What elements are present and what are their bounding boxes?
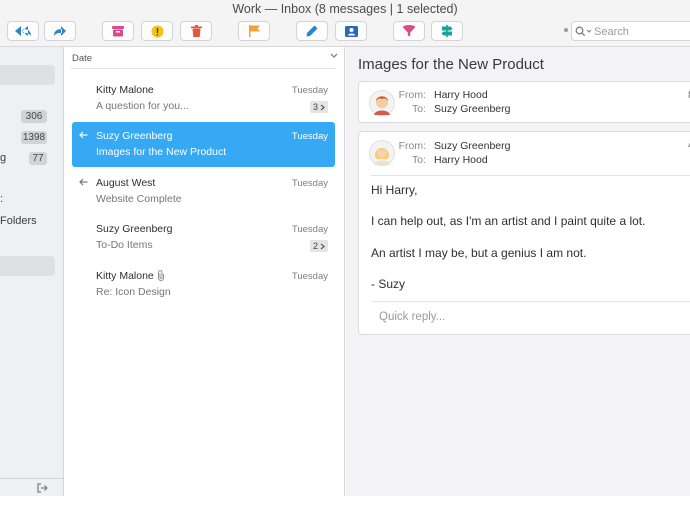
message-sender: Kitty Malone bbox=[96, 270, 154, 282]
message-subject: To-Do Items bbox=[96, 239, 153, 251]
from-label: From: bbox=[398, 140, 426, 152]
pencil-icon bbox=[306, 25, 318, 37]
sidebar-count-badge: 306 bbox=[21, 110, 47, 123]
warning-icon bbox=[151, 25, 163, 37]
message-row-selected[interactable]: Suzy Greenberg Tuesday Images for the Ne… bbox=[72, 122, 335, 167]
chevron-right-icon bbox=[320, 104, 325, 110]
message-sender: Suzy Greenberg bbox=[96, 130, 173, 142]
to-label: To: bbox=[411, 154, 426, 166]
message-subject: Re: Icon Design bbox=[96, 286, 171, 298]
avatar bbox=[369, 90, 395, 116]
conversation-subject: Images for the New Product bbox=[358, 56, 544, 73]
search-field bbox=[571, 21, 690, 41]
thread-count: 2 bbox=[312, 241, 318, 251]
flag-button[interactable] bbox=[238, 21, 270, 41]
search-box bbox=[564, 21, 690, 41]
divider bbox=[371, 175, 690, 176]
message-subject: Images for the New Product bbox=[96, 146, 227, 158]
tags-button[interactable] bbox=[431, 21, 463, 41]
message-body-line: An artist I may be, but a genius I am no… bbox=[371, 246, 587, 260]
reading-pane: Images for the New Product From: Harry H… bbox=[346, 47, 690, 496]
message-subject: A question for you... bbox=[96, 100, 189, 112]
message-sender: August West bbox=[96, 177, 156, 189]
archive-button[interactable] bbox=[102, 21, 134, 41]
tag-icon bbox=[441, 25, 453, 37]
contacts-button[interactable] bbox=[335, 21, 367, 41]
compose-button[interactable] bbox=[296, 21, 328, 41]
trash-icon bbox=[190, 25, 202, 37]
reply-all-icon bbox=[15, 26, 31, 36]
contact-card-icon bbox=[344, 25, 358, 37]
from-label: From: bbox=[398, 89, 426, 101]
avatar bbox=[369, 140, 395, 166]
divider bbox=[371, 301, 690, 302]
junk-button[interactable] bbox=[141, 21, 173, 41]
sidebar: 306 1398 g 77 : Folders bbox=[0, 47, 64, 496]
message-date: Tuesday bbox=[291, 224, 328, 235]
sort-label: Date bbox=[72, 53, 93, 64]
thread-count: 3 bbox=[312, 102, 318, 112]
message-body-line: I can help out, as I'm an artist and I p… bbox=[371, 214, 646, 228]
to-label: To: bbox=[411, 103, 426, 115]
quick-reply-input[interactable] bbox=[379, 308, 679, 326]
reply-all-button[interactable] bbox=[7, 21, 39, 41]
chevron-down-icon[interactable] bbox=[330, 53, 338, 59]
activity-dot bbox=[564, 28, 568, 32]
message-body-line: Hi Harry, bbox=[371, 183, 418, 197]
thread-count-badge[interactable]: 2 bbox=[309, 240, 328, 252]
forward-icon bbox=[54, 26, 66, 36]
message-header-card[interactable]: From: Harry Hood To: Suzy Greenberg 8 bbox=[358, 81, 690, 123]
window-title: Work — Inbox (8 messages | 1 selected) bbox=[232, 2, 458, 16]
replied-arrow-icon bbox=[79, 131, 88, 139]
message-sender: Kitty Malone bbox=[96, 84, 154, 96]
replied-arrow-icon bbox=[79, 178, 88, 186]
divider bbox=[71, 68, 336, 69]
filter-button[interactable] bbox=[393, 21, 425, 41]
message-date: Tuesday bbox=[291, 85, 328, 96]
to-name[interactable]: Suzy Greenberg bbox=[434, 103, 510, 115]
funnel-icon bbox=[403, 25, 415, 37]
sort-header[interactable]: Date bbox=[65, 47, 345, 69]
message-card: From: Suzy Greenberg To: Harry Hood 4 Hi… bbox=[358, 131, 690, 335]
message-row[interactable]: Kitty Malone Tuesday A question for you.… bbox=[72, 76, 335, 121]
sidebar-footer bbox=[0, 478, 64, 496]
forward-button[interactable] bbox=[44, 21, 76, 41]
from-name[interactable]: Suzy Greenberg bbox=[434, 140, 510, 152]
search-icon[interactable] bbox=[575, 26, 593, 37]
window-bottom-edge bbox=[0, 496, 690, 518]
message-row[interactable]: August West Tuesday Website Complete bbox=[72, 169, 335, 214]
chevron-right-icon bbox=[320, 243, 325, 249]
to-name[interactable]: Harry Hood bbox=[434, 154, 488, 166]
search-input[interactable] bbox=[594, 24, 688, 39]
message-row[interactable]: Suzy Greenberg Tuesday To-Do Items 2 bbox=[72, 215, 335, 260]
sign-out-icon[interactable] bbox=[37, 483, 48, 493]
message-body-line: - Suzy bbox=[371, 277, 406, 291]
message-sender: Suzy Greenberg bbox=[96, 223, 173, 235]
delete-button[interactable] bbox=[180, 21, 212, 41]
from-name[interactable]: Harry Hood bbox=[434, 89, 488, 101]
paperclip-icon bbox=[158, 270, 164, 281]
message-row[interactable]: Kitty Malone Tuesday Re: Icon Design bbox=[72, 262, 335, 307]
message-date: Tuesday bbox=[291, 131, 328, 142]
archive-icon bbox=[112, 25, 124, 36]
flag-icon bbox=[248, 25, 260, 37]
message-list: Date Kitty Malone Tuesday A question for… bbox=[65, 47, 345, 496]
sidebar-item-label[interactable]: g bbox=[0, 152, 6, 164]
sidebar-item-label: : bbox=[0, 193, 4, 205]
toolbar: Work — Inbox (8 messages | 1 selected) bbox=[0, 0, 690, 47]
message-date: Tuesday bbox=[291, 271, 328, 282]
message-subject: Website Complete bbox=[96, 193, 182, 205]
message-date: Tuesday bbox=[291, 178, 328, 189]
sidebar-selected-item[interactable] bbox=[0, 65, 55, 85]
sidebar-item-folders[interactable]: Folders bbox=[0, 215, 37, 227]
sidebar-count-badge: 77 bbox=[29, 152, 47, 165]
sidebar-highlighted-item[interactable] bbox=[0, 256, 55, 276]
sidebar-count-badge: 1398 bbox=[21, 131, 47, 144]
thread-count-badge[interactable]: 3 bbox=[309, 101, 328, 113]
